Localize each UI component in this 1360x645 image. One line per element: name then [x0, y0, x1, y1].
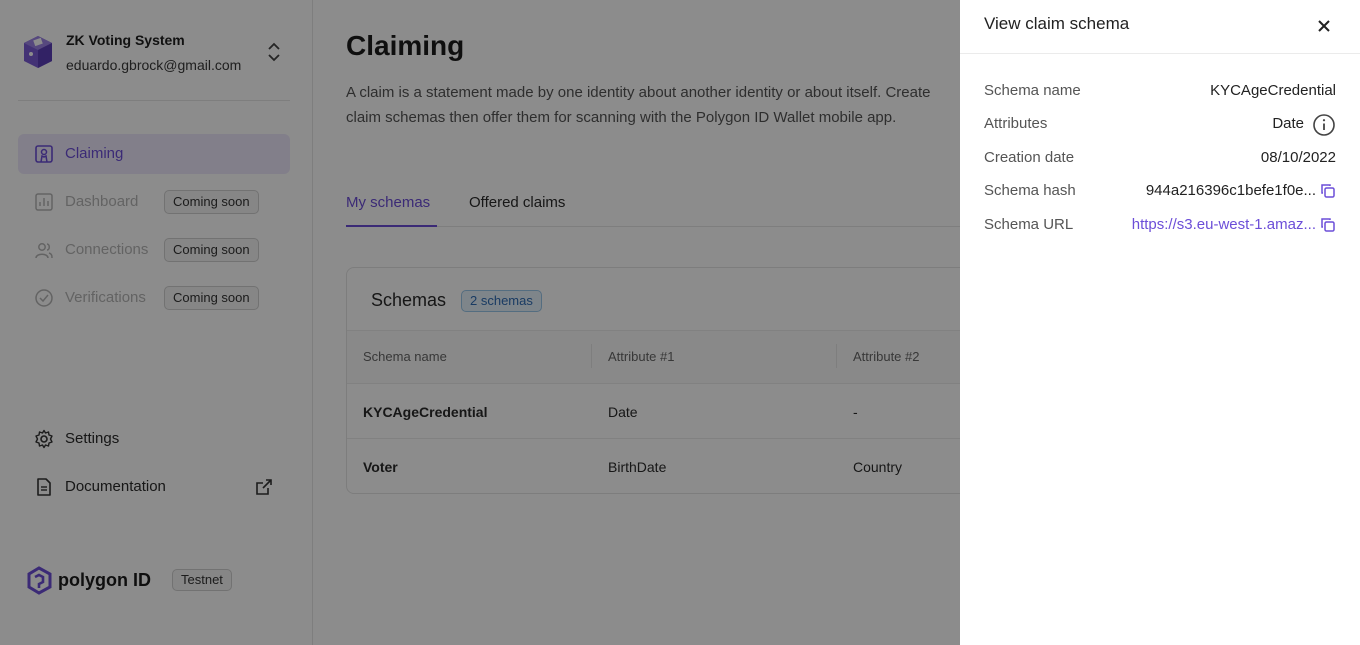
drawer-backdrop[interactable]: [0, 0, 960, 645]
field-schema-name: Schema name KYCAgeCredential: [984, 78, 1336, 104]
copy-icon[interactable]: [1320, 183, 1336, 199]
view-schema-drawer: View claim schema Schema name KYCAgeCred…: [960, 0, 1360, 645]
field-value: 08/10/2022: [1260, 149, 1336, 166]
field-label: Schema URL: [984, 216, 1074, 233]
field-schema-hash: Schema hash 944a216396c1befe1f0e...: [984, 178, 1336, 204]
app-root: ZK Voting System eduardo.gbrock@gmail.co…: [0, 0, 1360, 645]
field-label: Creation date: [984, 149, 1075, 166]
schema-url-link[interactable]: https://s3.eu-west-1.amaz...: [1132, 216, 1316, 233]
field-value: 944a216396c1befe1f0e...: [1145, 182, 1316, 199]
field-value: Date: [1272, 115, 1304, 132]
info-icon[interactable]: [1312, 113, 1336, 137]
field-value: KYCAgeCredential: [1210, 82, 1336, 99]
close-icon[interactable]: [1314, 16, 1334, 36]
drawer-title: View claim schema: [984, 14, 1130, 33]
field-attributes: Attributes Date: [984, 111, 1336, 137]
field-creation-date: Creation date 08/10/2022: [984, 145, 1336, 171]
field-label: Schema name: [984, 82, 1081, 99]
copy-icon[interactable]: [1320, 217, 1336, 233]
drawer-header: View claim schema: [960, 0, 1360, 54]
field-label: Attributes: [984, 115, 1048, 132]
field-label: Schema hash: [984, 182, 1076, 199]
field-schema-url: Schema URL https://s3.eu-west-1.amaz...: [984, 212, 1336, 238]
